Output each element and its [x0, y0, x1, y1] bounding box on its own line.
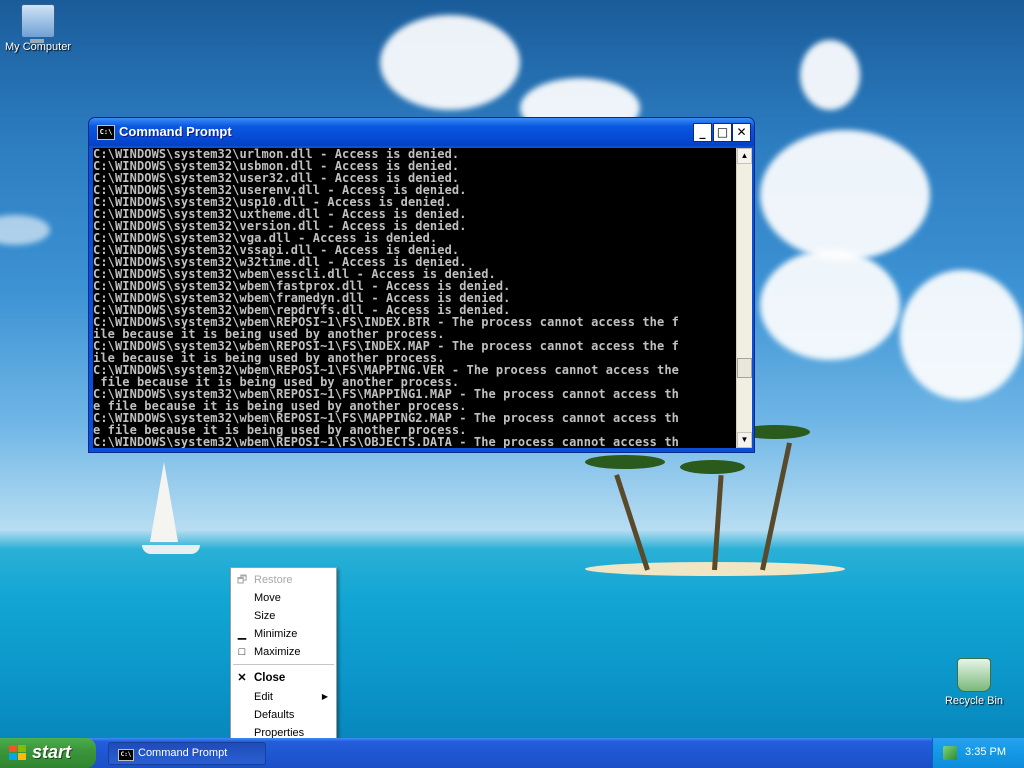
menu-item-size[interactable]: Size — [231, 607, 336, 625]
cloud-shape — [800, 40, 860, 110]
safely-remove-hardware-icon[interactable] — [943, 746, 957, 760]
menu-item-edit[interactable]: Edit ▶ — [231, 688, 336, 706]
palm-trunk — [760, 442, 792, 571]
clock[interactable]: 3:35 PM — [965, 746, 1006, 758]
close-icon: ✕ — [237, 672, 247, 684]
taskbar-button-label: Command Prompt — [138, 747, 228, 759]
taskbar-button-command-prompt[interactable]: C:\ Command Prompt — [108, 742, 266, 765]
submenu-arrow-icon: ▶ — [321, 692, 328, 701]
menu-item-label: Restore — [254, 574, 293, 586]
palm-trunk — [712, 475, 724, 571]
close-button[interactable]: ✕ — [732, 123, 751, 142]
menu-item-label: Edit — [254, 691, 273, 703]
menu-item-label: Defaults — [254, 709, 295, 721]
minimize-button[interactable]: _ — [693, 123, 712, 142]
menu-item-label: Maximize — [254, 646, 301, 658]
menu-item-label: Minimize — [254, 628, 298, 640]
scroll-down-arrow-icon[interactable]: ▼ — [737, 432, 752, 448]
menu-item-close[interactable]: ✕ Close — [231, 668, 336, 688]
menu-item-label: Size — [254, 610, 276, 622]
console-app-icon[interactable]: C:\ — [97, 125, 115, 140]
recycle-bin-icon — [957, 658, 991, 692]
system-menu: 🗗 Restore Move Size ▁ Minimize □ Maximiz… — [230, 567, 337, 750]
desktop-icon-my-computer[interactable]: My Computer — [0, 4, 76, 53]
cloud-shape — [760, 250, 900, 360]
windows-flag-icon — [9, 745, 27, 761]
scroll-up-arrow-icon[interactable]: ▲ — [737, 148, 752, 164]
computer-icon — [21, 4, 55, 43]
window-title: Command Prompt — [119, 124, 232, 139]
palm-fronds — [585, 455, 665, 469]
command-prompt-window[interactable]: C:\ Command Prompt _ □ ✕ C:\WINDOWS\syst… — [88, 117, 755, 453]
desktop-icon-recycle-bin[interactable]: Recycle Bin — [936, 658, 1012, 707]
menu-item-maximize[interactable]: □ Maximize — [231, 643, 336, 661]
system-tray: 3:35 PM — [932, 738, 1024, 768]
scrollbar-thumb[interactable] — [737, 358, 752, 378]
start-button[interactable]: start — [0, 738, 96, 768]
boat-hull — [142, 545, 200, 554]
maximize-button[interactable]: □ — [713, 123, 732, 142]
desktop-icon-label: Recycle Bin — [944, 695, 1004, 707]
menu-item-minimize[interactable]: ▁ Minimize — [231, 625, 336, 643]
menu-item-restore[interactable]: 🗗 Restore — [231, 571, 336, 589]
start-label: start — [32, 742, 72, 762]
menu-item-label: Move — [254, 592, 281, 604]
console-output[interactable]: C:\WINDOWS\system32\urlmon.dll - Access … — [93, 148, 736, 448]
console-app-icon: C:\ — [118, 749, 134, 761]
menu-separator — [233, 664, 334, 665]
cloud-shape — [0, 215, 50, 245]
window-titlebar[interactable]: C:\ Command Prompt _ □ ✕ — [89, 118, 754, 146]
cloud-shape — [760, 130, 930, 260]
console-line: C:\WINDOWS\system32\wbem\REPOSI~1\FS\OBJ… — [93, 435, 679, 448]
menu-item-move[interactable]: Move — [231, 589, 336, 607]
palm-fronds — [680, 460, 745, 474]
menu-item-label: Close — [254, 672, 286, 684]
cloud-shape — [380, 15, 520, 110]
minimize-icon: ▁ — [237, 628, 247, 640]
menu-item-defaults[interactable]: Defaults — [231, 706, 336, 724]
maximize-icon: □ — [238, 646, 246, 658]
restore-icon: 🗗 — [236, 574, 248, 586]
taskbar: start C:\ Command Prompt 3:35 PM — [0, 738, 1024, 768]
palm-trunk — [614, 474, 650, 571]
vertical-scrollbar[interactable]: ▲ ▼ — [736, 148, 752, 448]
sail-main — [150, 462, 178, 542]
cloud-shape — [900, 270, 1024, 400]
